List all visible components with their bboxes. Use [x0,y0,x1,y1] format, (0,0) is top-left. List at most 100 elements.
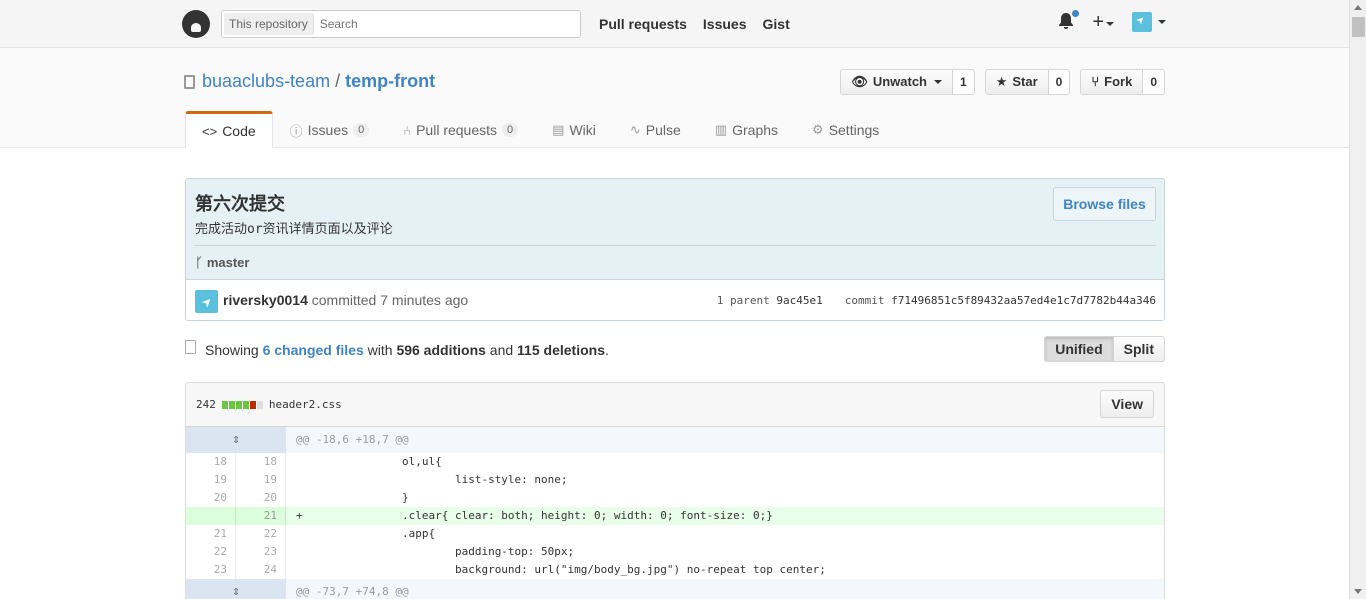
code-icon: <> [202,123,218,139]
changes-count: 242 [196,398,216,411]
hunk-text: @@ -73,7 +74,8 @@ [296,585,409,598]
diffstat-bar [221,400,263,409]
scroll-down-icon[interactable] [1354,589,1362,594]
forks-count[interactable]: 0 [1143,69,1165,95]
watchers-count[interactable]: 1 [953,69,975,95]
author-link[interactable]: riversky0014 [223,292,308,308]
diff-line: 23 24 background: url("img/body_bg.jpg") … [186,561,1164,579]
new-line-number[interactable]: 19 [236,471,286,489]
commit-label: commit [844,294,885,307]
new-line-number[interactable]: 18 [236,453,286,471]
new-line-number[interactable]: 22 [236,525,286,543]
repo-title: buaaclubs-team / temp-front [184,71,435,92]
nav-issues[interactable]: Issues [703,16,747,32]
repo-actions: 👁 Unwatch 1 ★ Star 0 ⑂ Fork 0 [840,69,1165,95]
repo-icon [184,74,195,89]
browse-files-button[interactable]: Browse files [1053,187,1156,221]
file-name[interactable]: header2.css [269,398,342,411]
commit-sha: f71496851c5f89432aa57ed4e1c7d7782b44a346 [891,294,1156,307]
old-line-number[interactable]: 20 [186,489,236,507]
new-line-number[interactable]: 23 [236,543,286,561]
tab-code[interactable]: <> Code [185,111,273,148]
tab-label: Issues [307,122,349,138]
fork-button[interactable]: ⑂ Fork [1080,69,1144,95]
file-header: 242 header2.css View [186,383,1164,427]
nav-pull-requests[interactable]: Pull requests [599,16,687,32]
period-text: . [604,342,609,358]
line-code: ol,ul{ [296,455,442,468]
old-line-number[interactable]: 18 [186,453,236,471]
notifications-bell-icon[interactable] [1058,9,1081,32]
tab-label: Code [222,123,256,139]
diff-line: 22 23 padding-top: 50px; [186,543,1164,561]
tab-label: Settings [828,122,880,138]
scroll-thumb[interactable] [1352,17,1365,37]
commit-shas: 1 parent 9ac45e1 commit f71496851c5f8943… [717,294,1156,307]
avatar[interactable] [195,290,218,313]
split-button[interactable]: Split [1113,336,1165,362]
file-diff: 242 header2.css View ⇕ @@ -18,6 +18,7 @@… [185,382,1165,599]
branch-name[interactable]: master [207,255,250,270]
create-new-dropdown[interactable]: + [1092,12,1114,32]
file-stat: 242 header2.css [196,398,342,411]
issue-icon: ⓘ [289,123,303,139]
github-logo-icon[interactable] [182,10,210,38]
old-line-number[interactable]: 19 [186,471,236,489]
search-input[interactable] [319,17,570,31]
caret-down-icon [1158,20,1166,24]
commit-meta: riversky0014 committed 7 minutes ago 1 p… [186,280,1164,320]
old-line-number[interactable]: 21 [186,525,236,543]
unified-button[interactable]: Unified [1044,336,1114,362]
commit-author-line: riversky0014 committed 7 minutes ago [223,292,468,308]
site-header: This repository Pull requests Issues Gis… [0,0,1366,48]
pull-request-icon: ⑃ [403,122,412,138]
unwatch-label: Unwatch [872,74,927,89]
changed-files-link[interactable]: 6 changed files [263,342,364,358]
tab-label: Graphs [732,122,779,138]
fork-label: Fork [1104,74,1133,89]
tab-pulse[interactable]: ∿ Pulse [613,111,698,148]
and-text: and [489,342,514,358]
expand-icon[interactable]: ⇕ [186,579,286,599]
star-button[interactable]: ★ Star [984,69,1049,95]
old-line-number[interactable]: 22 [186,543,236,561]
new-line-number[interactable]: 24 [236,561,286,579]
parent-sha-link[interactable]: 9ac45e1 [776,294,822,307]
page-scrollbar[interactable] [1349,0,1366,599]
scroll-up-icon[interactable] [1354,5,1362,10]
diff-line: 18 18 ol,ul{ [186,453,1164,471]
avatar [1132,12,1152,32]
fork-icon: ⑂ [1091,74,1100,89]
book-icon: ▤ [552,122,565,137]
expand-icon[interactable]: ⇕ [186,427,286,453]
diffstat-block [256,400,263,409]
old-line-number[interactable]: 23 [186,561,236,579]
repo-owner-link[interactable]: buaaclubs-team [202,71,330,92]
deletions-count: 115 deletions [517,342,605,358]
tab-pull-requests[interactable]: ⑃ Pull requests 0 [386,111,535,148]
new-line-number[interactable]: 20 [236,489,286,507]
tab-settings[interactable]: ⚙ Settings [795,111,896,148]
commit-time: committed 7 minutes ago [311,292,469,308]
star-label: Star [1012,74,1038,89]
stargazers-count[interactable]: 0 [1048,69,1071,95]
diff-line: 21 22 .app{ [186,525,1164,543]
repo-name-link[interactable]: temp-front [345,71,435,92]
search-scope-label: This repository [224,13,314,35]
tab-label: Wiki [569,122,596,138]
nav-gist[interactable]: Gist [763,16,790,32]
new-line-number[interactable]: 21 [236,507,286,525]
diff-line: 19 19 list-style: none; [186,471,1164,489]
line-code: .app{ [296,527,436,540]
old-line-number[interactable] [186,507,236,525]
tab-issues[interactable]: ⓘ Issues 0 [273,111,387,148]
user-menu-dropdown[interactable] [1132,12,1166,32]
tab-graphs[interactable]: ▥ Graphs [698,111,795,148]
search-box[interactable]: This repository [221,10,581,38]
unwatch-button[interactable]: 👁 Unwatch [840,69,953,95]
diff-toc: Showing 6 changed files with 596 additio… [185,336,1165,364]
plus-icon: + [1092,11,1104,33]
view-file-button[interactable]: View [1100,390,1154,418]
tab-wiki[interactable]: ▤ Wiki [535,111,613,148]
showing-text: Showing [205,342,259,358]
